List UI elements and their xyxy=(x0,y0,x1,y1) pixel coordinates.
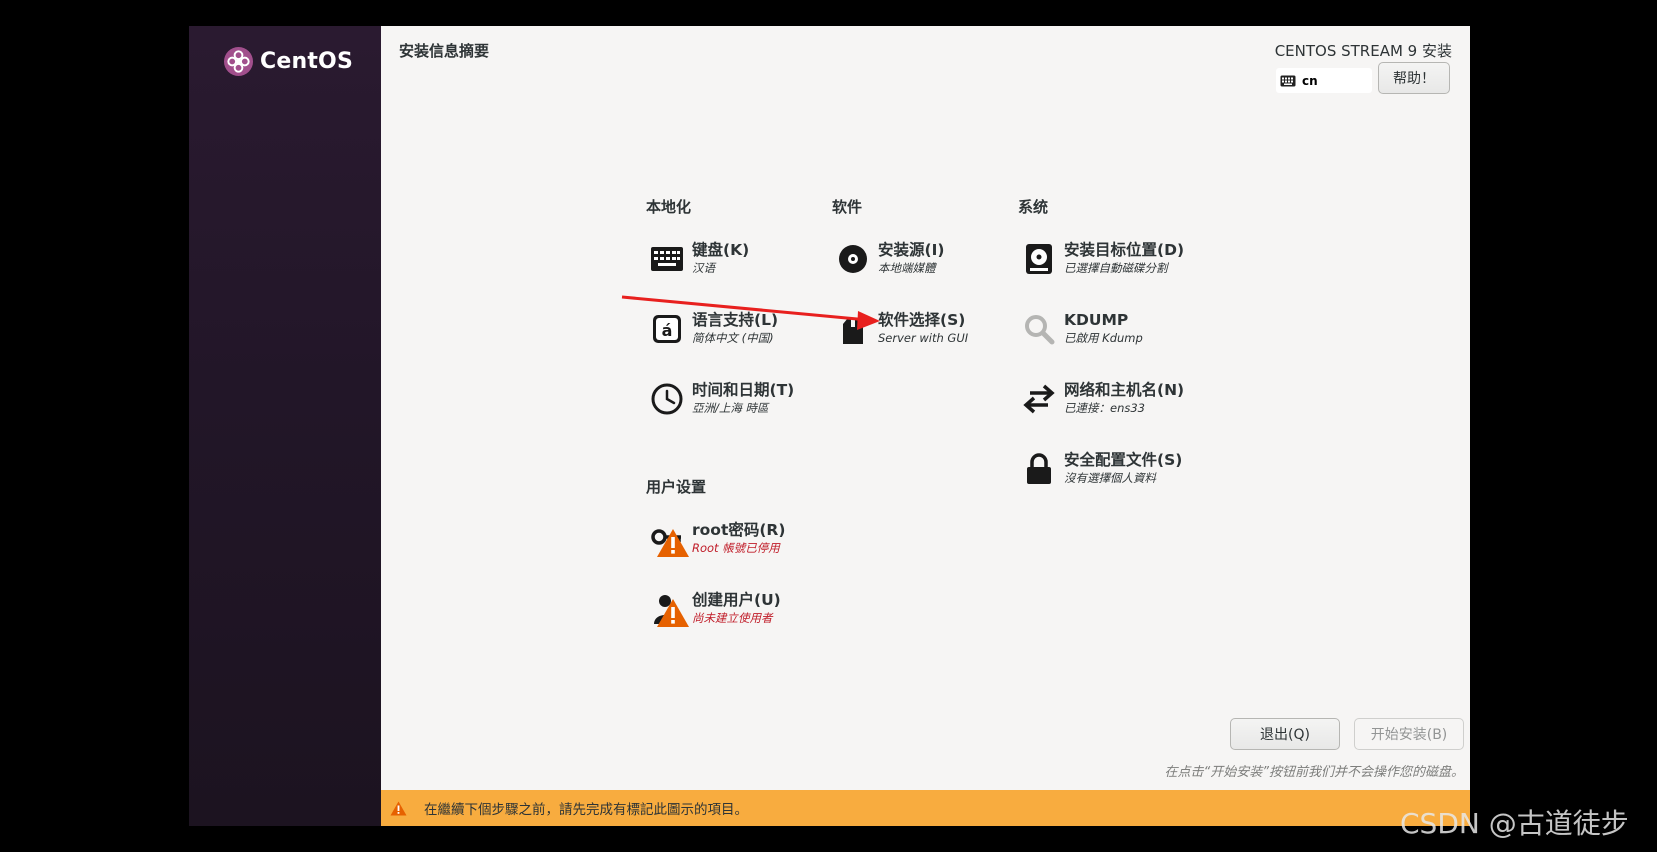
magnifier-icon xyxy=(1022,312,1056,346)
svg-text:á: á xyxy=(662,321,673,340)
sidebar: CentOS xyxy=(189,26,381,826)
create-user-label: 创建用户(U) xyxy=(692,591,781,609)
warning-message: 在繼續下個步驟之前，請先完成有標記此圖示的項目。 xyxy=(424,802,748,818)
spoke-kdump[interactable]: KDUMP 已啟用 Kdump xyxy=(1022,311,1143,346)
installer-window: CentOS 安装信息摘要 CENTOS STREAM 9 安装 cn 帮助！ … xyxy=(189,26,1470,826)
main-panel: 安装信息摘要 CENTOS STREAM 9 安装 cn 帮助！ 本地化 软件 … xyxy=(381,26,1470,826)
page-title: 安装信息摘要 xyxy=(399,42,490,60)
disk-hint-text: 在点击“开始安装”按钮前我们并不会操作您的磁盘。 xyxy=(1164,765,1464,780)
disc-icon xyxy=(836,242,870,276)
create-user-status: 尚未建立使用者 xyxy=(692,611,773,625)
product-title: CENTOS STREAM 9 安装 xyxy=(1274,42,1452,60)
section-system: 系统 xyxy=(1018,198,1049,216)
spoke-keyboard[interactable]: 键盘(K) 汉语 xyxy=(650,241,750,276)
network-arrows-icon xyxy=(1022,382,1056,416)
destination-status: 已選擇自動磁碟分割 xyxy=(1064,261,1168,275)
quit-button[interactable]: 退出(Q) xyxy=(1230,718,1340,750)
centos-logo-icon xyxy=(223,46,254,77)
source-status: 本地端媒體 xyxy=(878,261,936,275)
keyboard-status: 汉语 xyxy=(692,261,715,275)
network-status: 已連接：ens33 xyxy=(1064,401,1145,415)
root-label: root密码(R) xyxy=(692,521,786,539)
warning-bar: 在繼續下個步驟之前，請先完成有標記此圖示的項目。 xyxy=(381,790,1470,826)
spoke-installation-destination[interactable]: 安装目标位置(D) 已選擇自動磁碟分割 xyxy=(1022,241,1185,276)
spoke-network[interactable]: 网络和主机名(N) 已連接：ens33 xyxy=(1022,381,1185,416)
lock-icon xyxy=(1022,452,1056,486)
security-label: 安全配置文件(S) xyxy=(1064,451,1183,469)
software-selection-status: Server with GUI xyxy=(878,331,969,345)
spoke-security-profile[interactable]: 安全配置文件(S) 沒有選擇個人資料 xyxy=(1022,451,1183,486)
spoke-datetime[interactable]: 时间和日期(T) 亞洲/上海 時區 xyxy=(650,381,795,416)
destination-label: 安装目标位置(D) xyxy=(1064,241,1185,259)
section-user-settings: 用户设置 xyxy=(646,478,707,496)
section-software: 软件 xyxy=(832,198,863,216)
keyboard-spoke-icon xyxy=(650,242,684,276)
security-status: 沒有選擇個人資料 xyxy=(1064,471,1156,485)
language-label: 语言支持(L) xyxy=(692,311,779,329)
spoke-language[interactable]: á 语言支持(L) 简体中文 (中国) xyxy=(650,311,779,346)
keyboard-layout-indicator[interactable]: cn xyxy=(1276,68,1372,93)
spoke-software-selection[interactable]: 软件选择(S) Server with GUI xyxy=(836,311,969,346)
help-button[interactable]: 帮助！ xyxy=(1378,62,1450,94)
language-status: 简体中文 (中国) xyxy=(692,331,774,345)
disk-icon xyxy=(1022,242,1056,276)
spoke-installation-source[interactable]: 安装源(I) 本地端媒體 xyxy=(836,241,945,276)
warning-icon xyxy=(390,801,407,815)
warning-badge-icon xyxy=(657,599,689,627)
warning-badge-icon xyxy=(657,529,689,557)
keyboard-label: 键盘(K) xyxy=(692,241,750,259)
datetime-label: 时间和日期(T) xyxy=(692,381,795,399)
software-selection-label: 软件选择(S) xyxy=(878,311,966,329)
brand-name: CentOS xyxy=(260,49,353,74)
kdump-status: 已啟用 Kdump xyxy=(1064,331,1143,345)
spoke-root-password[interactable]: root密码(R) Root 帳號已停用 xyxy=(650,521,786,557)
package-icon xyxy=(836,312,870,346)
user-icon xyxy=(650,592,689,627)
watermark: CSDN @古道徒步 xyxy=(1400,807,1629,840)
language-icon: á xyxy=(650,312,684,346)
key-icon xyxy=(650,522,689,557)
root-status: Root 帳號已停用 xyxy=(692,541,780,555)
network-label: 网络和主机名(N) xyxy=(1064,381,1185,399)
datetime-status: 亞洲/上海 時區 xyxy=(692,401,769,415)
begin-installation-button[interactable]: 开始安装(B) xyxy=(1354,718,1464,750)
kdump-label: KDUMP xyxy=(1064,311,1129,329)
centos-logo: CentOS xyxy=(223,46,353,77)
spoke-create-user[interactable]: 创建用户(U) 尚未建立使用者 xyxy=(650,591,781,627)
source-label: 安装源(I) xyxy=(878,241,945,259)
keyboard-layout-value: cn xyxy=(1302,73,1318,88)
section-localization: 本地化 xyxy=(646,198,692,216)
clock-icon xyxy=(650,382,684,416)
keyboard-icon xyxy=(1280,75,1296,86)
